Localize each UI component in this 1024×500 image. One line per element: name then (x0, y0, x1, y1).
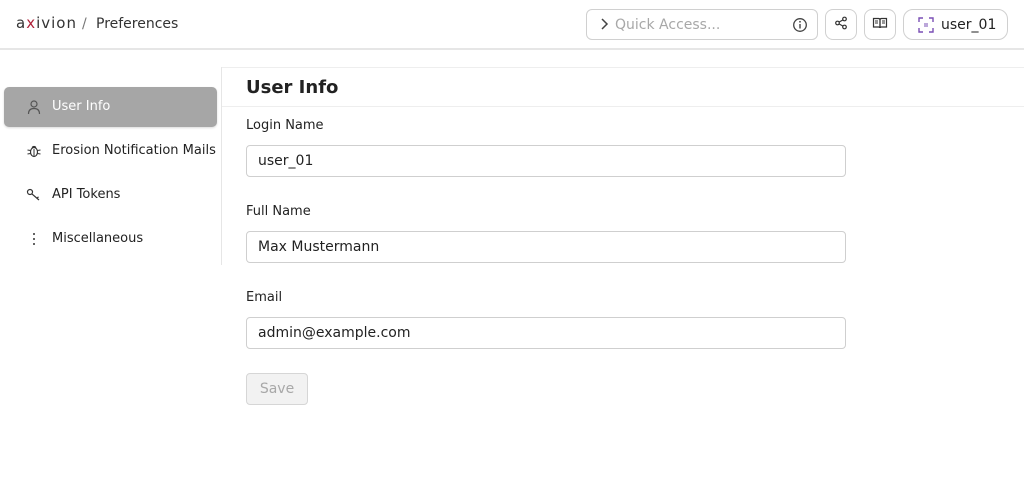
sidebar-item-label: User Info (52, 99, 111, 114)
more-vertical-icon (26, 231, 42, 247)
top-header: axivion / Preferences user_01 (0, 0, 1024, 50)
user-name: user_01 (941, 17, 997, 33)
preferences-sidebar: User Info Erosion Notification Mails API… (0, 67, 222, 265)
bug-icon (26, 143, 42, 159)
sidebar-item-label: Erosion Notification Mails (52, 143, 216, 158)
quick-access-box[interactable] (586, 9, 818, 40)
key-icon (26, 187, 42, 203)
sidebar-item-label: Miscellaneous (52, 231, 144, 246)
sidebar-item-erosion-notification-mails[interactable]: Erosion Notification Mails (4, 131, 217, 171)
sidebar-item-user-info[interactable]: User Info (4, 87, 217, 127)
book-icon (872, 15, 888, 34)
login-name-label: Login Name (246, 118, 324, 133)
documentation-button[interactable] (864, 9, 896, 40)
save-button[interactable]: Save (246, 373, 308, 405)
axivion-logo[interactable]: axivion (16, 14, 77, 32)
share-button[interactable] (825, 9, 857, 40)
email-label: Email (246, 290, 283, 305)
share-icon (834, 15, 848, 34)
page-title: User Info (246, 77, 339, 98)
info-icon[interactable] (792, 17, 808, 37)
sidebar-item-label: API Tokens (52, 187, 121, 202)
quick-access-input[interactable] (615, 15, 785, 35)
sidebar-item-api-tokens[interactable]: API Tokens (4, 175, 217, 215)
email-field[interactable] (246, 317, 846, 349)
page-header: User Info (222, 67, 1024, 107)
login-name-field[interactable] (246, 145, 846, 177)
breadcrumb-separator: / (82, 16, 87, 32)
sidebar-item-miscellaneous[interactable]: Miscellaneous (4, 219, 217, 259)
breadcrumb-preferences: Preferences (96, 16, 179, 32)
person-icon (26, 99, 42, 115)
user-avatar-icon (918, 17, 934, 37)
user-menu-button[interactable]: user_01 (903, 9, 1008, 40)
full-name-label: Full Name (246, 204, 311, 219)
chevron-right-icon (599, 16, 611, 36)
full-name-field[interactable] (246, 231, 846, 263)
